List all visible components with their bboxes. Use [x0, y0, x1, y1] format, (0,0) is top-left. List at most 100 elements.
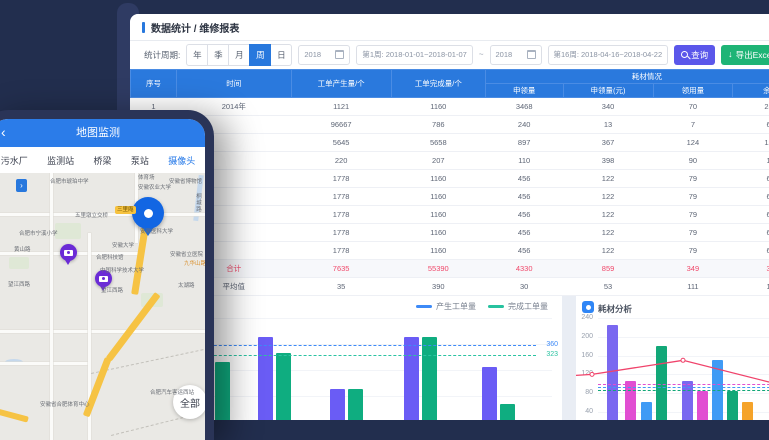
- search-icon: [681, 51, 688, 58]
- table-cell: 96667: [291, 116, 391, 134]
- legend-item[interactable]: 产生工单量: [416, 301, 476, 312]
- breadcrumb: 数据统计 / 维修报表: [151, 20, 239, 35]
- column-header: 序号: [131, 70, 177, 98]
- map-place-label: 桐城路: [195, 193, 201, 213]
- phone-tab[interactable]: 监测站: [47, 154, 74, 167]
- reference-line-label: 360: [546, 341, 558, 348]
- map-park: [55, 223, 81, 239]
- period-option-月[interactable]: 月: [228, 44, 250, 66]
- start-year-select[interactable]: 2018: [298, 45, 350, 65]
- map-place-label: 体育场: [138, 175, 155, 181]
- end-year-select[interactable]: 2018: [490, 45, 542, 65]
- selected-location-pin[interactable]: [132, 197, 164, 229]
- chart-bar: [404, 337, 419, 420]
- period-option-日[interactable]: 日: [270, 44, 292, 66]
- chart-bar: [330, 389, 345, 420]
- table-cell: 390: [391, 278, 485, 296]
- table-cell: 110: [485, 152, 563, 170]
- camera-icon: [99, 276, 108, 282]
- period-segmented-control: 年季月周日: [186, 44, 292, 66]
- y-axis-tick: 200: [576, 333, 593, 340]
- chart-bar: [727, 391, 738, 420]
- camera-pin[interactable]: [60, 244, 77, 261]
- map-expand-button[interactable]: ›: [16, 179, 27, 192]
- table-cell: 207: [391, 152, 485, 170]
- chart-bar: [742, 402, 753, 420]
- map-place-label: 九华山路: [184, 261, 205, 267]
- table-cell: 456: [485, 224, 563, 242]
- table-cell: 70: [653, 98, 733, 116]
- table-average-row: 平均值35390305311114: [131, 278, 769, 296]
- phone-tab[interactable]: 桥梁: [93, 154, 111, 167]
- table-cell: 250: [733, 98, 769, 116]
- map-place-label: 安徽大学: [112, 243, 134, 249]
- map-place-label: 望江西路: [101, 288, 123, 294]
- table-cell: 55390: [391, 260, 485, 278]
- phone-mockup: ‹ 地图监测 污水厂 监测站 桥梁 泵站 摄像头: [0, 110, 214, 440]
- gridline: [598, 374, 769, 375]
- report-table: 序号时间工单产生量/个工单完成量/个耗材情况申领量申领量(元)领用量余量1201…: [130, 69, 769, 296]
- phone-tab[interactable]: 摄像头: [168, 154, 195, 167]
- column-header: 工单完成量/个: [391, 70, 485, 98]
- legend-item[interactable]: 完成工单量: [488, 301, 548, 312]
- map-view[interactable]: › 全部 合肥市琥珀中学体育场安徽农业大学安徽省博物馆桐城路三里庵五里墩立交桥合…: [0, 173, 205, 440]
- table-cell: 122: [563, 170, 653, 188]
- filter-toolbar: 统计周期: 年季月周日 2018 第1周: 2018-01-01~2018-01…: [130, 41, 769, 68]
- sub-column-header: 领用量: [653, 84, 733, 98]
- table-cell: 1160: [391, 170, 485, 188]
- y-axis-tick: 120: [576, 370, 593, 377]
- table-cell: 7635: [291, 260, 391, 278]
- period-option-季[interactable]: 季: [207, 44, 229, 66]
- table-cell: 30: [485, 278, 563, 296]
- table-cell: 35: [291, 278, 391, 296]
- table-cell: 1778: [291, 188, 391, 206]
- table-cell: 79: [653, 224, 733, 242]
- table-cell: 67: [733, 188, 769, 206]
- table-cell: 1160: [391, 206, 485, 224]
- table-cell: 67: [733, 224, 769, 242]
- column-header: 工单产生量/个: [291, 70, 391, 98]
- phone-tab[interactable]: 污水厂: [1, 154, 28, 167]
- y-axis-tick: 80: [576, 389, 593, 396]
- chart-bar: [258, 337, 273, 420]
- table-cell: 79: [653, 242, 733, 260]
- reference-line: [598, 387, 769, 388]
- table-cell: 240: [485, 116, 563, 134]
- y-axis-tick: 160: [576, 352, 593, 359]
- map-highway: [106, 292, 161, 362]
- table-cell: 456: [485, 170, 563, 188]
- table-cell: 349: [653, 260, 733, 278]
- phone-tab[interactable]: 泵站: [131, 154, 149, 167]
- phone-tabs: 污水厂 监测站 桥梁 泵站 摄像头: [0, 147, 205, 173]
- phone-header: ‹ 地图监测: [0, 119, 205, 147]
- end-week-input[interactable]: 第16周: 2018-04-16~2018-04-22: [548, 45, 669, 65]
- query-button[interactable]: 查询: [674, 45, 715, 65]
- column-header: 时间: [177, 70, 292, 98]
- map-place-label: 合肥科技馆: [96, 255, 124, 261]
- period-option-年[interactable]: 年: [186, 44, 208, 66]
- table-cell: 1160: [391, 188, 485, 206]
- table-row: 7177811604561227967: [131, 206, 769, 224]
- map-place-label: 合肥汽车客运西站: [150, 390, 194, 396]
- pin-tail: [65, 260, 71, 265]
- sub-column-header: 申领量: [485, 84, 563, 98]
- chart-bar: [276, 353, 291, 420]
- export-excel-button[interactable]: ↓ 导出Excel: [721, 45, 769, 65]
- map-place-label: 三里庵: [115, 206, 136, 214]
- map-place-label: 安徽农业大学: [138, 185, 171, 191]
- table-cell: 79: [653, 188, 733, 206]
- period-option-周[interactable]: 周: [249, 44, 271, 66]
- table-cell: 3468: [485, 98, 563, 116]
- start-week-input[interactable]: 第1周: 2018-01-01~2018-01-07: [356, 45, 472, 65]
- range-separator: ~: [479, 50, 484, 59]
- table-cell: 5658: [391, 134, 485, 152]
- phone-screen: ‹ 地图监测 污水厂 监测站 桥梁 泵站 摄像头: [0, 119, 205, 440]
- reference-line: [598, 384, 769, 385]
- table-cell: 13: [563, 116, 653, 134]
- back-chevron-icon[interactable]: ‹: [1, 119, 6, 146]
- chart-panel-icon: [582, 301, 594, 313]
- table-cell: 1778: [291, 170, 391, 188]
- table-cell: 67: [733, 242, 769, 260]
- table-cell: 122: [563, 224, 653, 242]
- consumables-chart-title: 耗材分析: [598, 303, 632, 315]
